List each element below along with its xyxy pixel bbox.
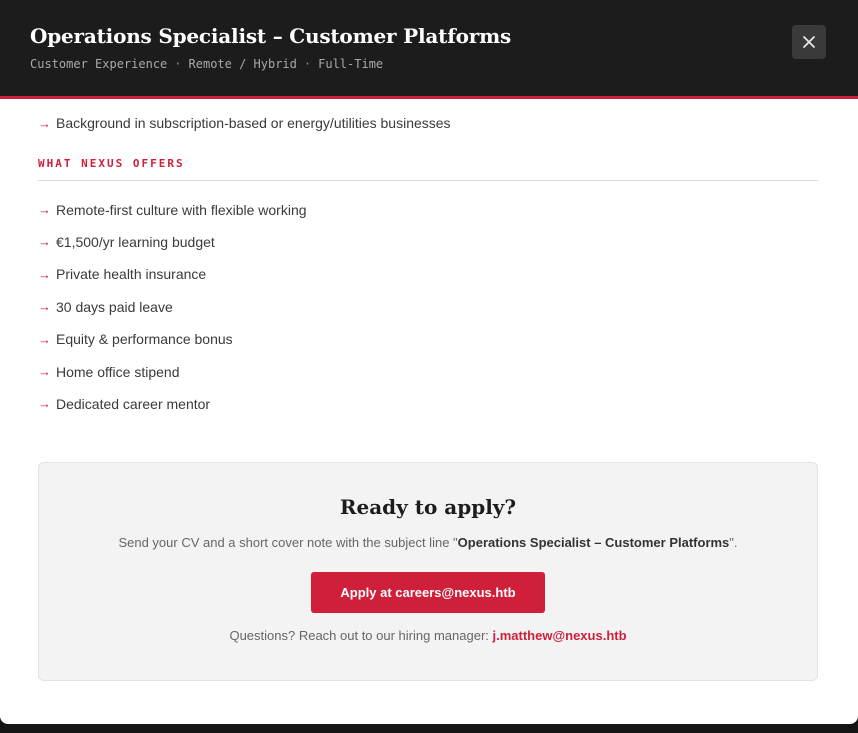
list-item: → Dedicated career mentor [38, 388, 818, 420]
arrow-right-icon: → [38, 364, 51, 380]
meta-separator: · [174, 57, 182, 71]
apply-subject-line: Operations Specialist – Customer Platfor… [457, 535, 730, 550]
list-item: → Private health insurance [38, 258, 818, 290]
job-title: Operations Specialist – Customer Platfor… [30, 24, 512, 48]
hiring-manager-email-link[interactable]: j.matthew@nexus.htb [493, 628, 627, 643]
apply-description: Send your CV and a short cover note with… [39, 535, 817, 550]
job-detail-modal: Operations Specialist – Customer Platfor… [0, 0, 858, 724]
meta-separator: · [303, 57, 312, 71]
apply-desc-prefix: Send your CV and a short cover note with… [118, 535, 458, 550]
job-location: Remote / Hybrid [188, 57, 297, 71]
apply-button[interactable]: Apply at careers@nexus.htb [311, 572, 545, 613]
apply-card: Ready to apply? Send your CV and a short… [38, 462, 818, 681]
list-item: → Equity & performance bonus [38, 323, 818, 355]
list-item-text: €1,500/yr learning budget [56, 233, 215, 250]
arrow-right-icon: → [38, 202, 51, 218]
job-type: Full-Time [318, 57, 384, 71]
job-meta: Customer Experience · Remote / Hybrid · Full… [30, 57, 383, 71]
job-department: Customer Experience [30, 57, 168, 71]
close-button[interactable] [792, 25, 826, 59]
arrow-right-icon: → [38, 299, 51, 315]
apply-desc-suffix: ". [729, 535, 738, 550]
modal-header: Operations Specialist – Customer Platfor… [0, 0, 858, 99]
list-item-text: Background in subscription-based or ener… [56, 115, 451, 132]
hiring-manager-contact: Questions? Reach out to our hiring manag… [39, 628, 817, 643]
arrow-right-icon: → [38, 266, 51, 282]
list-item-text: 30 days paid leave [56, 298, 173, 315]
section-heading-offers: WHAT NEXUS OFFERS [38, 157, 818, 182]
arrow-right-icon: → [38, 331, 51, 347]
list-item-text: Private health insurance [56, 266, 207, 283]
list-item: → Background in subscription-based or en… [38, 107, 818, 139]
list-item: → 30 days paid leave [38, 291, 818, 323]
list-item: → Remote-first culture with flexible wor… [38, 193, 818, 225]
arrow-right-icon: → [38, 396, 51, 412]
job-description: → Background in subscription-based or en… [38, 99, 818, 420]
list-item: → Home office stipend [38, 355, 818, 387]
list-item: → €1,500/yr learning budget [38, 226, 818, 258]
list-item-text: Dedicated career mentor [56, 395, 211, 412]
list-item-text: Remote-first culture with flexible worki… [56, 201, 307, 218]
arrow-right-icon: → [38, 115, 51, 131]
list-item-text: Equity & performance bonus [56, 331, 233, 348]
apply-title: Ready to apply? [339, 495, 517, 519]
list-item-text: Home office stipend [56, 363, 180, 380]
arrow-right-icon: → [38, 234, 51, 250]
close-icon [803, 36, 815, 48]
contact-prefix: Questions? Reach out to our hiring manag… [229, 628, 493, 643]
